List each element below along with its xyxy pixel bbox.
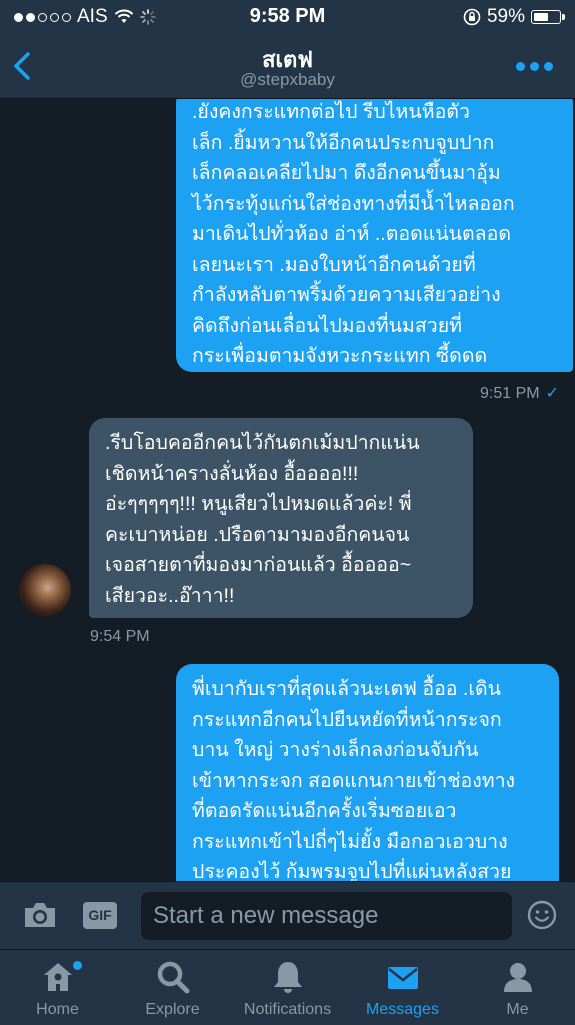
- outgoing-message-bubble[interactable]: พี่เบากับเราที่สุดแล้วนะเตฟ อื้ออ .เดินก…: [176, 664, 559, 881]
- tab-notifications[interactable]: Notifications: [230, 950, 345, 1025]
- status-right: 59%: [463, 6, 565, 28]
- message-text-line: ที่ตอดรัดแน่นอีกครั้งเริ่มซอยเอว: [192, 800, 457, 822]
- message-input[interactable]: [141, 892, 512, 940]
- message-text-line: เล็ก .ยิ้มหวานให้อีกคนประกบจูบปาก: [192, 131, 495, 154]
- message-text-line: อ่ะๆๆๆๆๆ!!! หนูเสียวไปหมดแล้วค่ะ! พี่: [105, 493, 412, 515]
- tab-me[interactable]: Me: [460, 950, 575, 1025]
- message-text-line: กระแทกเข้าไปถี่ๆไม่ยั้ง มือกอวเอวบาง: [192, 830, 508, 853]
- battery-icon: [531, 10, 565, 24]
- rotation-lock-icon: [463, 8, 481, 26]
- bell-icon: [273, 962, 302, 993]
- message-text-line: คะเบาหน่อย .ปรือตามามองอีกคนจน: [105, 523, 410, 546]
- tab-label: Messages: [366, 1001, 439, 1018]
- envelope-icon: [387, 967, 418, 989]
- home-icon: [43, 963, 72, 991]
- message-text-line: บาน ใหญ่ วางร่างเล็กลงก่อนจับกัน: [192, 739, 479, 761]
- message-text-line: กระเพื่อมตามจังหวะกระแทก ซี้ดดด: [192, 345, 488, 367]
- message-text-line: เล็กคลอเคลียไปมา ดึงอีกคนขึ้นมาอุ้ม: [192, 162, 501, 184]
- tab-explore[interactable]: Explore: [115, 950, 230, 1025]
- message-text-line: เชิดหน้าครางลั่นห้อง อื้ออออ!!!: [105, 462, 359, 485]
- message-text-line: กระแทกอีกคนไปยืนหยัดที่หน้ากระจก: [192, 708, 502, 731]
- read-check-icon: ✓: [545, 385, 559, 402]
- message-text-line: กำลังหลับตาพริ้มด้วยความเสียวอย่าง: [192, 284, 501, 306]
- contact-handle: @stepxbaby: [240, 70, 335, 89]
- camera-icon[interactable]: [22, 900, 58, 930]
- tab-label: Explore: [145, 1001, 200, 1018]
- message-text-line: .รีบโอบคออีกคนไว้กันตกเม้มปากแน่น: [105, 432, 420, 454]
- tab-label: Me: [506, 1001, 529, 1018]
- more-dot-icon: [530, 62, 539, 71]
- more-options-button[interactable]: [516, 62, 553, 71]
- message-text-line: ประคองไว้ ก้มพรมจูบไปที่แผ่นหลังสวย: [192, 861, 512, 881]
- avatar[interactable]: [19, 564, 71, 616]
- tab-label: Notifications: [243, 1001, 332, 1018]
- message-text-line: มาเดินไปทั่วห้อง อ่าห์ ..ตอดแน่นตลอด: [192, 223, 511, 245]
- status-bar: AIS 9:58 PM 59%: [0, 0, 575, 34]
- message-timestamp: 9:54 PM: [90, 628, 150, 645]
- message-text-line: เสียวอะ..อ๊าาา!!: [105, 584, 235, 607]
- message-text-line: พี่เบากับเราที่สุดแล้วนะเตฟ อื้ออ .เดิน: [192, 678, 501, 700]
- more-dot-icon: [544, 62, 553, 71]
- incoming-message-bubble[interactable]: .รีบโอบคออีกคนไว้กันตกเม้มปากแน่นเชิดหน้…: [89, 418, 473, 618]
- person-icon: [503, 963, 532, 992]
- tab-messages[interactable]: Messages: [345, 950, 460, 1025]
- message-composer: GIF: [0, 881, 575, 950]
- emoji-icon[interactable]: [527, 900, 557, 930]
- tab-label: Home: [36, 1001, 79, 1018]
- message-text-line: คิดถึงก่อนเลื่อนไปมองที่นมสวยที่: [192, 314, 462, 337]
- battery-percent: 59%: [486, 6, 525, 27]
- tab-home[interactable]: Home: [0, 950, 115, 1025]
- message-timestamp: 9:51 PM ✓: [480, 385, 559, 402]
- outgoing-message-bubble[interactable]: .ยังคงกระแทกต่อไป รีบไหนหือตัวเล็ก .ยิ้ม…: [176, 99, 573, 372]
- message-text-line: .ยังคงกระแทกต่อไป รีบไหนหือตัว: [192, 101, 470, 123]
- message-text-line: เจอสายตาที่มองมาก่อนแล้ว อื้ออออ~: [105, 554, 412, 576]
- conversation-header: สเตฟ @stepxbaby: [0, 34, 575, 99]
- more-dot-icon: [516, 62, 525, 71]
- gif-button[interactable]: GIF: [83, 902, 117, 929]
- message-text-line: เข้าหากระจก สอดแกนกายเข้าช่องทาง: [192, 769, 516, 792]
- message-text-line: ไว้กระทุ้งแก่นใส่ช่องทางที่มีน้ำไหลออก: [192, 192, 515, 215]
- message-text-line: เลยนะเรา .มองใบหน้าอีกคนด้วยที่: [192, 253, 476, 276]
- search-icon: [157, 961, 189, 994]
- tab-bar: Home Explore Notifications Messages Me: [0, 949, 575, 1025]
- notification-dot: [73, 961, 82, 970]
- message-thread[interactable]: .ยังคงกระแทกต่อไป รีบไหนหือตัวเล็ก .ยิ้ม…: [0, 99, 575, 881]
